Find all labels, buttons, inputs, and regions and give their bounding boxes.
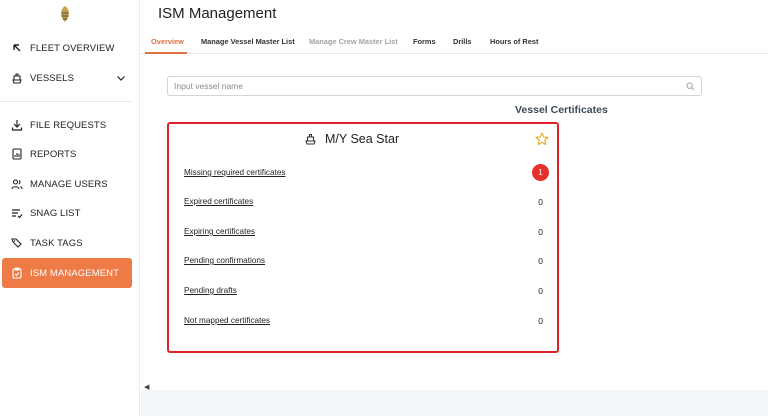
sidebar-item-file-requests[interactable]: FILE REQUESTS xyxy=(2,110,132,140)
sidebar-item-label: FLEET OVERVIEW xyxy=(30,42,115,54)
cert-row-pending-confirmations: Pending confirmations 0 xyxy=(184,256,546,270)
sidebar-item-vessels[interactable]: VESSELS xyxy=(2,63,132,93)
clipboard-check-icon xyxy=(11,267,23,279)
not-mapped-count: 0 xyxy=(538,316,543,326)
cert-row-pending-drafts: Pending drafts 0 xyxy=(184,286,546,300)
ship-icon xyxy=(11,72,23,84)
vessel-card: M/Y Sea Star Missing required certificat… xyxy=(167,122,559,353)
sidebar-item-label: REPORTS xyxy=(30,148,77,160)
section-heading: Vessel Certificates xyxy=(515,104,608,116)
pending-confirmations-link[interactable]: Pending confirmations xyxy=(184,256,265,265)
sidebar-item-label: ISM MANAGEMENT xyxy=(30,267,120,279)
sidebar-item-label: MANAGE USERS xyxy=(30,178,108,190)
sidebar-item-label: VESSELS xyxy=(30,72,75,84)
download-icon xyxy=(11,119,23,131)
vessel-search-input[interactable] xyxy=(174,79,674,93)
sidebar-divider xyxy=(0,101,132,102)
sidebar-item-reports[interactable]: REPORTS xyxy=(2,139,132,169)
search-icon[interactable] xyxy=(686,82,695,91)
page-title: ISM Management xyxy=(158,5,277,22)
sidebar-item-label: FILE REQUESTS xyxy=(30,119,107,131)
sidebar-item-ism-management[interactable]: ISM MANAGEMENT xyxy=(2,258,132,288)
not-mapped-certificates-link[interactable]: Not mapped certificates xyxy=(184,316,270,325)
pending-drafts-count: 0 xyxy=(538,286,543,296)
users-icon xyxy=(11,178,23,190)
cert-row-expiring: Expiring certificates 0 xyxy=(184,227,546,241)
tab-bar: Overview Manage Vessel Master List Manag… xyxy=(141,32,768,54)
sidebar-item-snag-list[interactable]: SNAG LIST xyxy=(2,198,132,228)
tab-forms[interactable]: Forms xyxy=(413,37,436,46)
footer-bar xyxy=(141,390,768,416)
pending-drafts-link[interactable]: Pending drafts xyxy=(184,286,237,295)
missing-count-badge: 1 xyxy=(532,164,549,181)
chevron-down-icon[interactable] xyxy=(116,73,126,83)
tab-manage-vessel-master-list[interactable]: Manage Vessel Master List xyxy=(201,37,295,46)
expired-count: 0 xyxy=(538,197,543,207)
tags-icon xyxy=(11,237,23,249)
list-check-icon xyxy=(11,207,23,219)
report-icon xyxy=(11,148,23,160)
arrow-up-left-icon xyxy=(11,42,23,54)
tab-hours-of-rest[interactable]: Hours of Rest xyxy=(490,37,538,46)
sidebar-item-label: SNAG LIST xyxy=(30,207,81,219)
sidebar-item-label: TASK TAGS xyxy=(30,237,83,249)
active-tab-indicator xyxy=(145,52,187,54)
logo-icon xyxy=(61,6,69,22)
sidebar-item-manage-users[interactable]: MANAGE USERS xyxy=(2,169,132,199)
expiring-certificates-link[interactable]: Expiring certificates xyxy=(184,227,255,236)
missing-required-certificates-link[interactable]: Missing required certificates xyxy=(184,168,285,177)
star-icon[interactable] xyxy=(535,132,549,146)
tab-manage-crew-master-list[interactable]: Manage Crew Master List xyxy=(309,37,398,46)
cert-row-expired: Expired certificates 0 xyxy=(184,197,546,211)
sidebar: FLEET OVERVIEW VESSELS FILE REQUESTS REP… xyxy=(0,0,140,416)
vessel-card-title[interactable]: M/Y Sea Star xyxy=(304,132,399,146)
expiring-count: 0 xyxy=(538,227,543,237)
vessel-name: M/Y Sea Star xyxy=(325,132,400,146)
cert-row-missing-required: Missing required certificates 1 xyxy=(184,164,549,182)
expired-certificates-link[interactable]: Expired certificates xyxy=(184,197,253,206)
ship-icon xyxy=(305,133,316,145)
tab-overview[interactable]: Overview xyxy=(151,37,184,46)
sidebar-item-fleet-overview[interactable]: FLEET OVERVIEW xyxy=(2,33,132,63)
tab-drills[interactable]: Drills xyxy=(453,37,471,46)
pending-confirmations-count: 0 xyxy=(538,256,543,266)
vessel-search xyxy=(167,76,702,96)
cert-row-not-mapped: Not mapped certificates 0 xyxy=(184,316,546,330)
sidebar-item-task-tags[interactable]: TASK TAGS xyxy=(2,228,132,258)
